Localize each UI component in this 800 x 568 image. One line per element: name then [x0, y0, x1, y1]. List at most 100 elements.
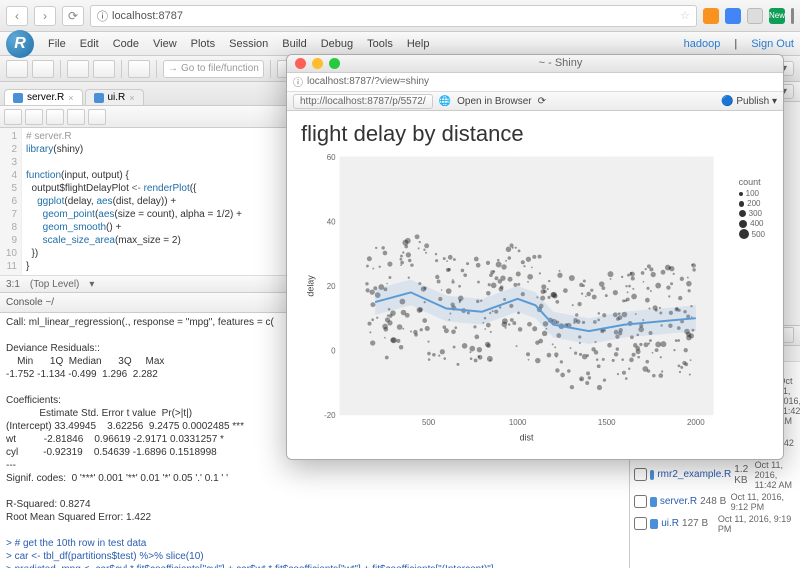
- svg-text:1500: 1500: [598, 418, 616, 427]
- svg-text:2000: 2000: [687, 418, 705, 427]
- svg-text:dist: dist: [520, 433, 534, 443]
- menu-code[interactable]: Code: [113, 38, 139, 50]
- close-tab-icon[interactable]: ×: [68, 93, 73, 103]
- user-sep: |: [734, 38, 737, 50]
- new-file-button[interactable]: [6, 60, 28, 78]
- plot-title: flight delay by distance: [301, 121, 769, 147]
- shiny-toolbar: http://localhost:8787/p/5572/ 🌐 Open in …: [287, 92, 783, 111]
- menu-plots[interactable]: Plots: [191, 38, 215, 50]
- menu-session[interactable]: Session: [229, 38, 268, 50]
- svg-text:0: 0: [331, 347, 336, 356]
- browser-menu-icon[interactable]: [791, 8, 794, 24]
- file-size: 248 B: [700, 496, 728, 507]
- extension-icon-3[interactable]: [747, 8, 763, 24]
- svg-text:1000: 1000: [509, 418, 527, 427]
- tab-label: ui.R: [108, 92, 126, 103]
- r-file-icon: [650, 497, 657, 507]
- svg-text:40: 40: [327, 218, 336, 227]
- extension-icon-2[interactable]: [725, 8, 741, 24]
- cursor-position: 3:1: [6, 279, 20, 290]
- menu-file[interactable]: File: [48, 38, 66, 50]
- code-area[interactable]: # server.R library(shiny) function(input…: [22, 128, 246, 275]
- open-browser-icon: 🌐: [439, 96, 451, 107]
- window-titlebar[interactable]: ~ - Shiny: [287, 55, 783, 73]
- browser-reload-button[interactable]: ⟳: [62, 6, 84, 26]
- save-button[interactable]: [93, 60, 115, 78]
- bookmark-star-icon[interactable]: ☆: [680, 9, 690, 22]
- size-legend: count 100200300400500: [739, 177, 765, 240]
- page-info-icon: ⓘ: [97, 8, 108, 24]
- print-button[interactable]: [128, 60, 150, 78]
- file-row[interactable]: rmr2_example.R1.2 KBOct 11, 2016, 11:42 …: [630, 459, 800, 491]
- user-label: hadoop: [684, 38, 721, 50]
- svg-text:20: 20: [327, 282, 336, 291]
- code-tools-button[interactable]: [88, 109, 106, 125]
- svg-text:60: 60: [327, 153, 336, 162]
- page-info-icon: ⓘ: [293, 74, 303, 89]
- rstudio-logo: R: [6, 30, 34, 58]
- window-zoom-button[interactable]: [329, 58, 340, 69]
- svg-text:delay: delay: [306, 275, 316, 297]
- scope-dropdown-icon[interactable]: ▾: [89, 279, 94, 290]
- menu-debug[interactable]: Debug: [321, 38, 353, 50]
- save-file-button[interactable]: [25, 109, 43, 125]
- extension-icon-1[interactable]: [703, 8, 719, 24]
- file-name[interactable]: rmr2_example.R: [657, 469, 731, 480]
- line-gutter: 1234567891011: [0, 128, 22, 275]
- file-checkbox[interactable]: [634, 517, 647, 530]
- arrow-icon: →: [168, 63, 178, 74]
- publish-button[interactable]: 🔵 Publish ▾: [721, 96, 777, 107]
- new-project-button[interactable]: [32, 60, 54, 78]
- r-file-icon: [94, 93, 104, 103]
- menu-view[interactable]: View: [153, 38, 177, 50]
- close-tab-icon[interactable]: ×: [129, 93, 134, 103]
- shiny-window[interactable]: ~ - Shiny ⓘ localhost:8787/?view=shiny h…: [286, 54, 784, 460]
- menu-help[interactable]: Help: [407, 38, 430, 50]
- tab-ui-r[interactable]: ui.R ×: [85, 89, 144, 105]
- source-on-save-button[interactable]: [46, 109, 64, 125]
- shiny-url-display: ⓘ localhost:8787/?view=shiny: [287, 73, 783, 92]
- r-file-icon: [13, 93, 23, 103]
- file-name[interactable]: server.R: [660, 496, 697, 507]
- signout-link[interactable]: Sign Out: [751, 38, 794, 50]
- goto-file-search[interactable]: → Go to file/function: [163, 60, 264, 78]
- window-close-button[interactable]: [295, 58, 306, 69]
- file-date: Oct 11, 2016, 9:19 PM: [718, 514, 796, 534]
- window-minimize-button[interactable]: [312, 58, 323, 69]
- menu-build[interactable]: Build: [282, 38, 306, 50]
- app-url-box[interactable]: http://localhost:8787/p/5572/: [293, 94, 433, 109]
- legend-title: count: [739, 177, 765, 187]
- shiny-url-text: localhost:8787/?view=shiny: [307, 76, 429, 87]
- url-text: localhost:8787: [112, 10, 183, 22]
- console-title: Console ~/: [6, 297, 54, 308]
- browser-forward-button[interactable]: ›: [34, 6, 56, 26]
- scope-label: (Top Level): [30, 279, 79, 290]
- browser-back-button[interactable]: ‹: [6, 6, 28, 26]
- file-date: Oct 11, 2016, 11:42 AM: [755, 460, 796, 490]
- file-checkbox[interactable]: [634, 495, 647, 508]
- url-bar[interactable]: ⓘ localhost:8787 ☆: [90, 5, 697, 27]
- file-row[interactable]: ui.R127 BOct 11, 2016, 9:19 PM: [630, 513, 800, 535]
- extension-icon-4[interactable]: New: [769, 8, 785, 24]
- goto-file-placeholder: Go to file/function: [181, 63, 259, 74]
- file-date: Oct 11, 2016, 9:12 PM: [731, 492, 796, 512]
- window-title: ~ - Shiny: [346, 57, 775, 69]
- file-size: 127 B: [682, 518, 715, 529]
- show-in-new-window-button[interactable]: [4, 109, 22, 125]
- menu-edit[interactable]: Edit: [80, 38, 99, 50]
- file-name[interactable]: ui.R: [661, 518, 679, 529]
- file-checkbox[interactable]: [634, 468, 647, 481]
- tab-label: server.R: [27, 92, 64, 103]
- file-row[interactable]: server.R248 BOct 11, 2016, 9:12 PM: [630, 491, 800, 513]
- file-size: 1.2 KB: [734, 464, 751, 486]
- svg-text:-20: -20: [324, 411, 336, 420]
- tab-server-r[interactable]: server.R ×: [4, 89, 83, 105]
- menu-tools[interactable]: Tools: [367, 38, 393, 50]
- open-in-browser-button[interactable]: Open in Browser: [457, 96, 531, 107]
- scatter-plot: 500 1000 1500 2000 -20 0 20 40 60 dist delay count…: [301, 147, 769, 445]
- open-file-button[interactable]: [67, 60, 89, 78]
- svg-text:500: 500: [422, 418, 436, 427]
- find-replace-button[interactable]: [67, 109, 85, 125]
- r-file-icon: [650, 470, 654, 480]
- refresh-app-icon[interactable]: ⟳: [538, 96, 546, 107]
